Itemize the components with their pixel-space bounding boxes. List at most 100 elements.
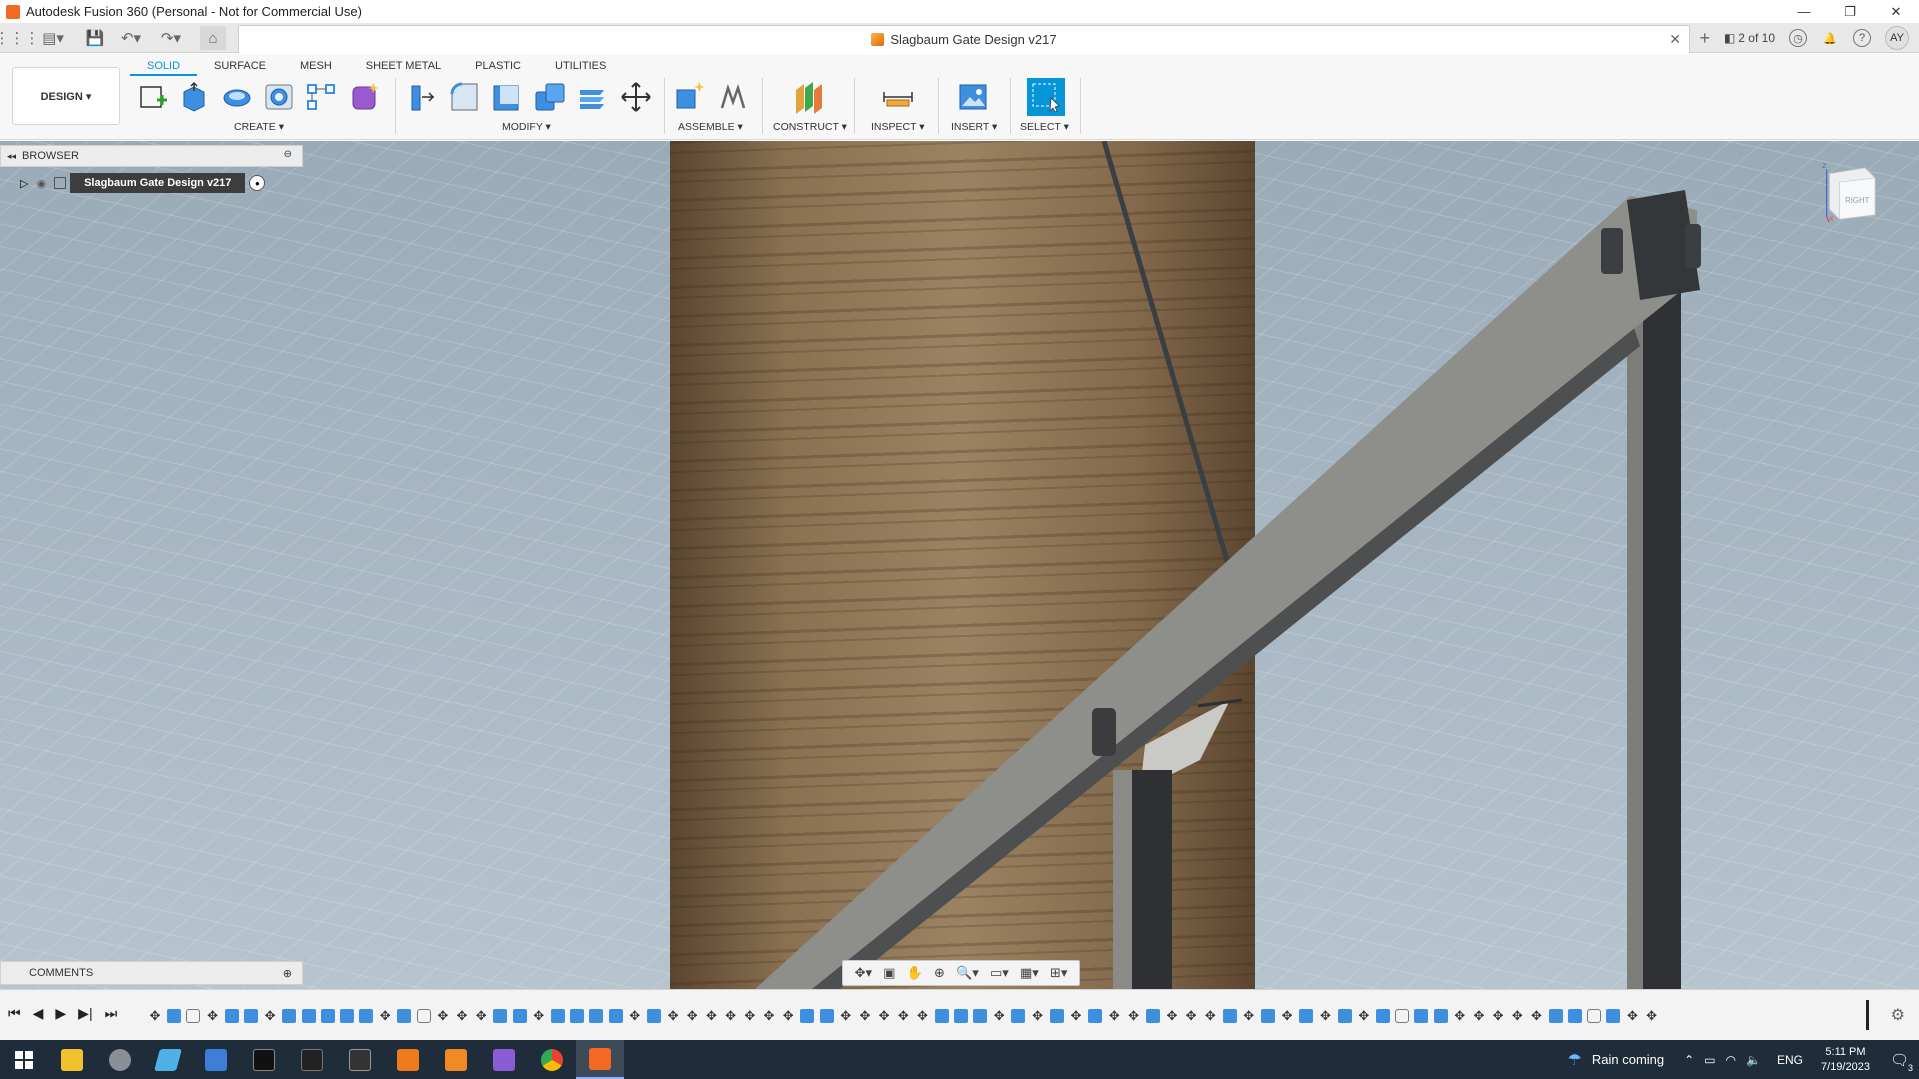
timeline-move-feature-icon[interactable]: ✥ — [436, 1008, 450, 1023]
go-to-start-icon[interactable]: ⏮ — [8, 1005, 21, 1022]
timeline-body-feature-icon[interactable] — [934, 1009, 949, 1023]
fit-icon[interactable]: 🔍▾ — [956, 965, 979, 981]
paint-app-icon[interactable] — [144, 1040, 192, 1079]
fillet-icon[interactable] — [447, 80, 481, 114]
timeline-move-feature-icon[interactable]: ✥ — [1645, 1008, 1659, 1023]
timeline-move-feature-icon[interactable]: ✥ — [896, 1008, 910, 1023]
display-settings-icon[interactable]: ▭▾ — [990, 965, 1009, 981]
timeline-body-feature-icon[interactable] — [1414, 1009, 1429, 1023]
file-menu-icon[interactable]: ▤▾ — [38, 26, 68, 50]
rectangular-pattern-icon[interactable] — [304, 80, 338, 114]
timeline-move-feature-icon[interactable]: ✥ — [455, 1008, 469, 1023]
play-icon[interactable]: ▶ — [55, 1005, 66, 1022]
timeline-move-feature-icon[interactable]: ✥ — [474, 1008, 488, 1023]
clock-icon[interactable]: ◷ — [1789, 29, 1807, 47]
timeline-body-feature-icon[interactable] — [1260, 1009, 1275, 1023]
timeline-body-feature-icon[interactable] — [512, 1009, 527, 1023]
construct-group-label[interactable]: CONSTRUCT ▾ — [773, 121, 847, 133]
timeline-body-feature-icon[interactable] — [570, 1009, 585, 1023]
timeline-body-feature-icon[interactable] — [608, 1009, 623, 1023]
timeline-body-feature-icon[interactable] — [1088, 1009, 1103, 1023]
timeline-body-feature-icon[interactable] — [282, 1009, 297, 1023]
timeline-body-feature-icon[interactable] — [1145, 1009, 1160, 1023]
assemble-group-label[interactable]: ASSEMBLE ▾ — [678, 121, 743, 133]
timeline-body-feature-icon[interactable] — [320, 1009, 335, 1023]
timeline-joint-feature-icon[interactable] — [1395, 1009, 1410, 1023]
measure-icon[interactable] — [881, 80, 915, 114]
hole-icon[interactable] — [262, 80, 296, 114]
timeline-body-feature-icon[interactable] — [1376, 1009, 1390, 1023]
view-cube[interactable]: RIGHT Z X — [1818, 158, 1878, 222]
clock[interactable]: 5:11 PM 7/19/2023 — [1821, 1045, 1870, 1075]
zoom-icon[interactable]: ⊕ — [934, 965, 945, 981]
tab-solid[interactable]: SOLID — [130, 58, 198, 76]
sublime-text-icon[interactable] — [432, 1040, 480, 1079]
timeline-move-feature-icon[interactable]: ✥ — [1127, 1008, 1141, 1023]
timeline-body-feature-icon[interactable] — [1337, 1009, 1352, 1023]
timeline-move-feature-icon[interactable]: ✥ — [532, 1008, 546, 1023]
timeline-move-feature-icon[interactable]: ✥ — [378, 1008, 392, 1023]
timeline-body-feature-icon[interactable] — [243, 1009, 258, 1023]
terminal-icon[interactable] — [240, 1040, 288, 1079]
step-forward-icon[interactable]: ▶| — [78, 1005, 92, 1022]
tab-sheet-metal[interactable]: SHEET METAL — [349, 58, 458, 76]
office-app-icon[interactable] — [384, 1040, 432, 1079]
redo-icon[interactable]: ↷▾ — [156, 26, 186, 50]
press-pull-icon[interactable] — [404, 80, 438, 114]
orbit-icon[interactable]: ✥▾ — [855, 965, 872, 981]
add-comment-icon[interactable]: ⊕ — [283, 967, 292, 980]
look-at-icon[interactable]: ▣ — [883, 965, 895, 981]
timeline-move-feature-icon[interactable]: ✥ — [724, 1008, 738, 1023]
visual-studio-icon[interactable] — [480, 1040, 528, 1079]
timeline-move-feature-icon[interactable]: ✥ — [1472, 1008, 1486, 1023]
timeline-body-feature-icon[interactable] — [359, 1009, 374, 1023]
new-component-icon[interactable] — [673, 80, 707, 114]
tab-utilities[interactable]: UTILITIES — [538, 58, 623, 76]
powershell-icon[interactable] — [288, 1040, 336, 1079]
3d-viewport[interactable]: RIGHT Z X ✥▾ ▣ ✋ ⊕ 🔍▾ ▭▾ ▦▾ ⊞▾ — [0, 141, 1919, 989]
timeline-move-feature-icon[interactable]: ✥ — [762, 1008, 776, 1023]
tab-mesh[interactable]: MESH — [283, 58, 349, 76]
collapse-browser-icon[interactable]: ◂◂ — [7, 151, 16, 162]
activate-radio-icon[interactable]: ● — [249, 175, 266, 191]
modify-group-label[interactable]: MODIFY ▾ — [502, 121, 551, 133]
timeline-body-feature-icon[interactable] — [1222, 1009, 1237, 1023]
timeline-move-feature-icon[interactable]: ✥ — [263, 1008, 277, 1023]
battery-icon[interactable]: ▭ — [1704, 1053, 1715, 1067]
pan-icon[interactable]: ✋ — [907, 965, 923, 981]
create-form-icon[interactable] — [348, 80, 382, 114]
offset-face-icon[interactable] — [576, 80, 610, 114]
select-icon[interactable] — [1027, 78, 1065, 116]
timeline-move-feature-icon[interactable]: ✥ — [1069, 1008, 1083, 1023]
viewports-icon[interactable]: ⊞▾ — [1050, 965, 1067, 981]
job-status-counter[interactable]: ◧ 2 of 10 — [1724, 31, 1775, 45]
timeline-move-feature-icon[interactable]: ✥ — [858, 1008, 872, 1023]
timeline-body-feature-icon[interactable] — [167, 1009, 182, 1023]
timeline-move-feature-icon[interactable]: ✥ — [916, 1008, 930, 1023]
step-back-icon[interactable]: ◀ — [33, 1005, 44, 1022]
timeline-body-feature-icon[interactable] — [646, 1009, 661, 1023]
timeline-body-feature-icon[interactable] — [973, 1009, 988, 1023]
shell-icon[interactable] — [490, 80, 524, 114]
new-tab-button[interactable]: + — [1699, 28, 1710, 49]
help-icon[interactable]: ? — [1853, 29, 1871, 47]
notification-center-icon[interactable]: 🗨 3 — [1890, 1051, 1913, 1073]
workspace-switcher[interactable]: DESIGN ▾ — [12, 67, 120, 125]
notifications-bell-icon[interactable]: 🔔 — [1821, 29, 1839, 47]
timeline-body-feature-icon[interactable] — [1433, 1009, 1448, 1023]
insert-image-icon[interactable] — [956, 80, 990, 114]
timeline-move-feature-icon[interactable]: ✥ — [992, 1008, 1006, 1023]
timeline-move-feature-icon[interactable]: ✥ — [1510, 1008, 1524, 1023]
timeline-body-feature-icon[interactable] — [339, 1009, 354, 1023]
volume-icon[interactable]: 🔈 — [1746, 1053, 1761, 1067]
timeline-body-feature-icon[interactable] — [1606, 1009, 1621, 1023]
timeline-body-feature-icon[interactable] — [1299, 1009, 1314, 1023]
timeline-body-feature-icon[interactable] — [1548, 1009, 1563, 1023]
timeline-joint-feature-icon[interactable] — [186, 1009, 201, 1023]
timeline-body-feature-icon[interactable] — [550, 1009, 565, 1023]
offset-plane-icon[interactable] — [792, 80, 826, 114]
timeline-body-feature-icon[interactable] — [589, 1009, 604, 1023]
language-indicator[interactable]: ENG — [1777, 1053, 1803, 1067]
revolve-icon[interactable] — [220, 80, 254, 114]
timeline-move-feature-icon[interactable]: ✥ — [1280, 1008, 1294, 1023]
